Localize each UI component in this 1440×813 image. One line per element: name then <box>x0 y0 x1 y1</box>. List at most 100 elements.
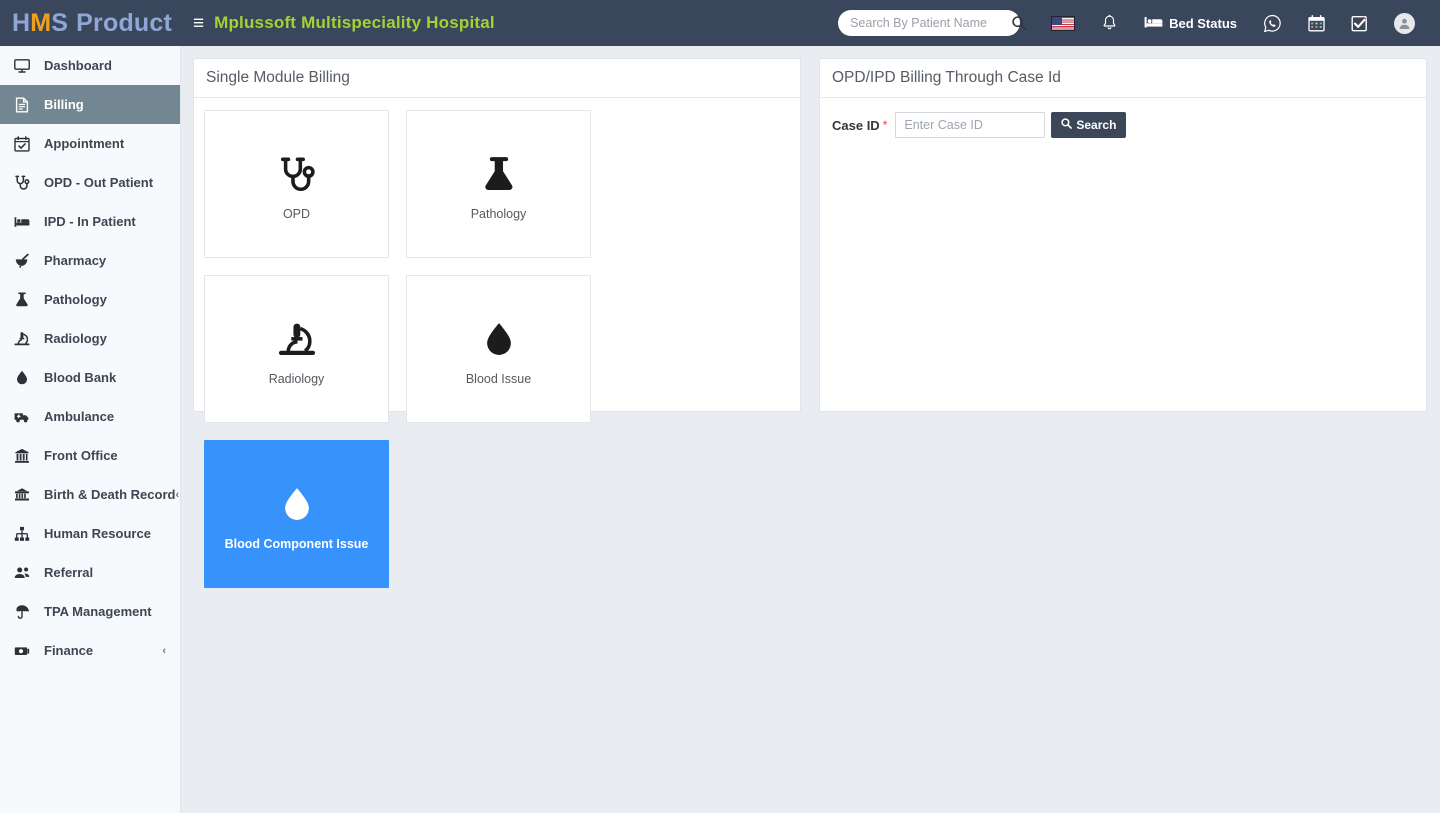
mortar-pestle-icon <box>14 253 34 269</box>
module-card-pathology[interactable]: Pathology <box>406 110 591 258</box>
logo-letter-h: H <box>12 8 31 37</box>
monitor-icon <box>14 58 34 74</box>
bed-status-label: Bed Status <box>1169 15 1237 31</box>
app-logo[interactable]: H M S Product <box>0 0 181 46</box>
sidebar-item-label: Ambulance <box>44 409 115 424</box>
logo-word-product: Product <box>76 8 173 37</box>
sidebar-item-pharmacy[interactable]: Pharmacy <box>0 241 180 280</box>
patient-search-input[interactable] <box>850 16 1012 30</box>
sidebar-item-label: Billing <box>44 97 84 112</box>
chevron-left-icon[interactable]: ‹ <box>175 489 179 501</box>
umbrella-icon <box>14 604 34 620</box>
module-card-radiology[interactable]: Radiology <box>204 275 389 423</box>
sidebar-item-dashboard[interactable]: Dashboard <box>0 46 180 85</box>
money-icon <box>14 643 34 659</box>
module-card-label: Pathology <box>470 207 527 221</box>
sidebar-item-label: OPD - Out Patient <box>44 175 154 190</box>
required-marker: * <box>882 118 888 132</box>
stethoscope-icon <box>14 175 34 191</box>
case-id-form: Case ID * Search <box>820 98 1426 152</box>
module-card-label: OPD <box>282 207 311 221</box>
module-card-blood-issue[interactable]: Blood Issue <box>406 275 591 423</box>
checkbox-icon <box>1351 15 1368 32</box>
bed-status-button[interactable]: Bed Status <box>1131 0 1250 46</box>
sidebar-item-label: Human Resource <box>44 526 151 541</box>
sidebar-item-label: TPA Management <box>44 604 152 619</box>
module-card-grid: OPD Pathology Radiology Blood Issue Blood Co… <box>194 98 800 598</box>
microscope-icon <box>14 331 34 347</box>
ambulance-icon <box>14 409 34 425</box>
header-actions: Bed Status <box>838 0 1440 46</box>
sidebar-item-opd-out-patient[interactable]: OPD - Out Patient <box>0 163 180 202</box>
stethoscope-icon <box>278 147 316 203</box>
whatsapp-button[interactable] <box>1250 0 1295 46</box>
sidebar-item-label: Blood Bank <box>44 370 117 385</box>
hospital-bed-icon <box>1144 15 1163 32</box>
module-card-label: Blood Issue <box>465 372 532 386</box>
sidebar-item-blood-bank[interactable]: Blood Bank <box>0 358 180 397</box>
sidebar-item-finance[interactable]: Finance ‹ <box>0 631 180 670</box>
sidebar-item-label: Dashboard <box>44 58 112 73</box>
case-id-row: Case ID * Search <box>832 112 1414 138</box>
case-id-label: Case ID <box>832 117 880 133</box>
calendar-icon <box>1308 14 1325 32</box>
notifications-button[interactable] <box>1088 0 1131 46</box>
case-id-search-label: Search <box>1076 118 1117 132</box>
sidebar-item-ipd-in-patient[interactable]: IPD - In Patient <box>0 202 180 241</box>
module-card-label: Blood Component Issue <box>224 537 369 551</box>
logo-letter-m: M <box>30 8 52 37</box>
single-module-billing-title: Single Module Billing <box>194 59 800 98</box>
search-icon[interactable] <box>1011 15 1027 31</box>
sitemap-icon <box>14 526 34 542</box>
hospital-bed-icon <box>14 214 34 230</box>
us-flag-icon <box>1051 15 1076 31</box>
search-icon <box>1061 118 1073 132</box>
sidebar-item-birth-death-record[interactable]: Birth & Death Record ‹ <box>0 475 180 514</box>
blood-drop-icon <box>14 370 34 386</box>
sidebar-item-billing[interactable]: Billing <box>0 85 180 124</box>
sidebar-nav: Dashboard Billing Appointment OPD - Out Pat… <box>0 46 181 813</box>
sidebar-item-ambulance[interactable]: Ambulance <box>0 397 180 436</box>
case-id-billing-panel: OPD/IPD Billing Through Case Id Case ID … <box>819 58 1427 412</box>
sidebar-item-radiology[interactable]: Radiology <box>0 319 180 358</box>
chevron-left-icon[interactable]: ‹ <box>162 645 166 657</box>
case-id-input[interactable] <box>895 112 1046 138</box>
sidebar-item-label: Appointment <box>44 136 125 151</box>
module-card-label: Radiology <box>268 372 325 386</box>
blood-drop-icon <box>278 477 316 533</box>
sidebar-item-label: Pharmacy <box>44 253 107 268</box>
tasks-button[interactable] <box>1338 0 1381 46</box>
users-icon <box>14 565 34 581</box>
hospital-name: Mplussoft Multispeciality Hospital <box>214 13 495 32</box>
sidebar-item-human-resource[interactable]: Human Resource <box>0 514 180 553</box>
file-invoice-icon <box>14 97 34 113</box>
case-id-search-button[interactable]: Search <box>1051 112 1127 138</box>
sidebar-item-referral[interactable]: Referral <box>0 553 180 592</box>
sidebar-item-label: Referral <box>44 565 94 580</box>
sidebar-item-front-office[interactable]: Front Office <box>0 436 180 475</box>
blood-drop-icon <box>480 312 518 368</box>
whatsapp-icon <box>1263 14 1282 33</box>
calendar-button[interactable] <box>1295 0 1338 46</box>
sidebar-item-label: Birth & Death Record <box>44 487 176 502</box>
user-menu-button[interactable] <box>1381 0 1428 46</box>
sidebar-item-label: Finance <box>44 643 94 658</box>
flask-icon <box>14 291 34 308</box>
sidebar-item-label: IPD - In Patient <box>44 214 136 229</box>
building-icon <box>14 448 34 464</box>
module-card-blood-component-issue[interactable]: Blood Component Issue <box>204 440 389 588</box>
patient-search-box[interactable] <box>838 10 1027 36</box>
sidebar-item-tpa-management[interactable]: TPA Management <box>0 592 180 631</box>
sidebar-toggle-icon[interactable]: ≡ <box>181 14 214 33</box>
sidebar-item-appointment[interactable]: Appointment <box>0 124 180 163</box>
sidebar-item-label: Pathology <box>44 292 107 307</box>
single-module-billing-panel: Single Module Billing OPD Pathology Radiol… <box>193 58 801 588</box>
sidebar-item-pathology[interactable]: Pathology <box>0 280 180 319</box>
top-header: H M S Product ≡ Mplussoft Multispeciality H… <box>0 0 1440 46</box>
language-flag-button[interactable] <box>1038 0 1088 46</box>
sidebar-item-label: Front Office <box>44 448 118 463</box>
microscope-icon <box>278 312 316 368</box>
sidebar-item-label: Radiology <box>44 331 107 346</box>
module-card-opd[interactable]: OPD <box>204 110 389 258</box>
case-id-billing-title: OPD/IPD Billing Through Case Id <box>820 59 1426 98</box>
